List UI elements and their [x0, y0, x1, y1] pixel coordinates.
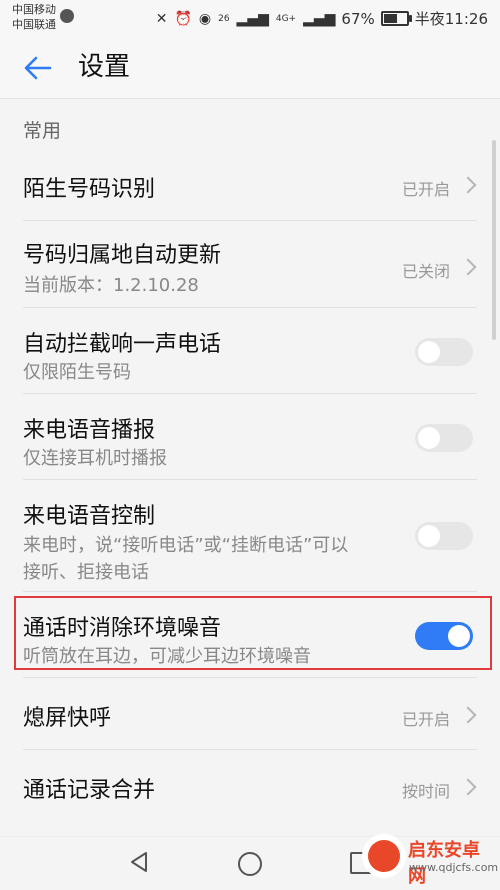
row-value: 按时间 [401, 782, 450, 801]
back-arrow-icon[interactable] [20, 50, 56, 86]
setting-location-update[interactable]: 号码归属地自动更新 当前版本：1.2.10.28 已关闭 [0, 221, 500, 308]
setting-voice-broadcast[interactable]: 来电语音播报 仅连接耳机时播报 [0, 394, 500, 480]
notification-icon [60, 9, 74, 23]
settings-list: 陌生号码识别 已开启 号码归属地自动更新 当前版本：1.2.10.28 已关闭 … [0, 145, 500, 822]
row-label: 号码归属地自动更新 [23, 243, 222, 268]
app-bar: 设置 [0, 36, 500, 99]
row-value: 已关闭 [401, 262, 450, 281]
carrier-info: 中国移动 中国联通 [12, 2, 56, 32]
watermark: 启东安卓网 www.qdjcfs.com [362, 826, 499, 887]
signal-icon: ▂▄▆ [236, 10, 269, 27]
row-subtitle-2: 接听、拒接电话 [23, 562, 149, 583]
chevron-right-icon [459, 706, 477, 724]
nav-back-icon[interactable] [127, 850, 151, 878]
row-label: 自动拦截响一声电话 [23, 332, 222, 357]
section-header: 常用 [23, 120, 62, 142]
status-bar: 中国移动 中国联通 ✕ ⏰ ◉ 26 ▂▄▆ 4G+ ▂▄▆ 67% 半夜11:… [0, 0, 500, 36]
carrier-1: 中国移动 [12, 3, 56, 16]
highlight-box [14, 596, 492, 670]
setting-call-log-merge[interactable]: 通话记录合并 按时间 [0, 750, 500, 822]
row-label: 来电语音播报 [23, 418, 156, 443]
row-label: 来电语音控制 [23, 504, 156, 529]
row-subtitle: 仅限陌生号码 [23, 362, 131, 383]
watermark-logo-icon [362, 834, 406, 878]
setting-block-one-ring[interactable]: 自动拦截响一声电话 仅限陌生号码 [0, 308, 500, 394]
page-title: 设置 [78, 52, 131, 82]
status-right: ✕ ⏰ ◉ 26 ▂▄▆ 4G+ ▂▄▆ 67% 半夜11:26 [156, 8, 488, 29]
watermark-url: www.qdjcfs.com [409, 861, 499, 874]
row-label: 熄屏快呼 [23, 706, 112, 731]
toggle-switch[interactable] [415, 424, 473, 452]
setting-voice-control[interactable]: 来电语音控制 来电时，说“接听电话”或“挂断电话”可以 接听、拒接电话 [0, 480, 500, 592]
row-label: 陌生号码识别 [23, 177, 156, 202]
row-subtitle: 仅连接耳机时播报 [23, 448, 167, 469]
battery-icon [380, 11, 412, 26]
signal-label-b: 4G+ [275, 13, 297, 24]
scrollbar[interactable] [492, 140, 496, 340]
row-value: 已开启 [401, 180, 450, 199]
chevron-right-icon [459, 778, 477, 796]
mute-icon: ✕ [155, 10, 168, 27]
setting-screen-off-call[interactable]: 熄屏快呼 已开启 [0, 678, 500, 750]
eye-icon: ◉ [198, 10, 212, 27]
signal-icon-2: ▂▄▆ [303, 10, 336, 27]
toggle-switch[interactable] [415, 522, 473, 550]
alarm-icon: ⏰ [174, 10, 192, 27]
carrier-2: 中国联通 [12, 18, 56, 31]
nav-home-icon[interactable] [238, 852, 262, 876]
chevron-right-icon [459, 258, 477, 276]
row-label: 通话记录合并 [23, 778, 156, 803]
signal-label-a: 26 [218, 13, 230, 24]
chevron-right-icon [459, 176, 477, 194]
clock: 半夜11:26 [414, 10, 488, 28]
row-subtitle: 当前版本：1.2.10.28 [23, 275, 199, 296]
row-value: 已开启 [401, 710, 450, 729]
row-subtitle: 来电时，说“接听电话”或“挂断电话”可以 [23, 535, 349, 556]
setting-unknown-number-id[interactable]: 陌生号码识别 已开启 [0, 145, 500, 221]
battery-percent: 67% [341, 9, 375, 28]
toggle-switch[interactable] [415, 338, 473, 366]
